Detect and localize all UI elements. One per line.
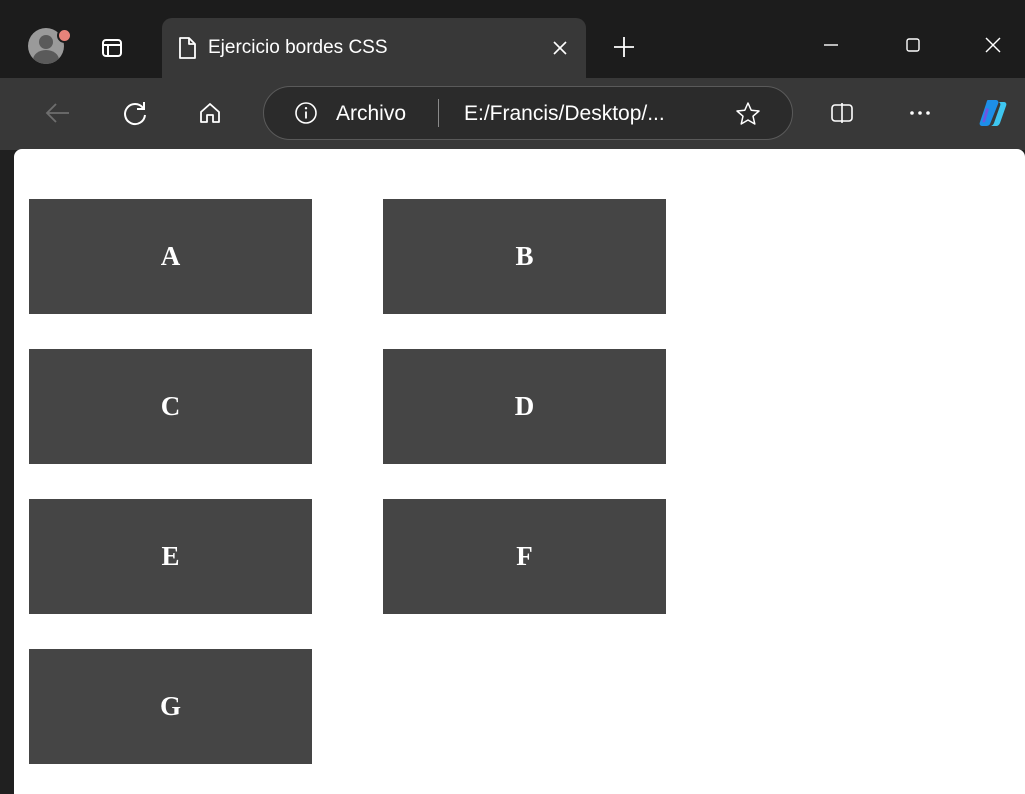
home-icon[interactable] [191, 94, 229, 132]
more-icon[interactable] [901, 94, 939, 132]
url-text[interactable]: E:/Francis/Desktop/... [464, 101, 665, 127]
box-label: G [159, 691, 181, 721]
page-icon [176, 35, 198, 61]
box-label: A [160, 241, 181, 271]
copilot-icon[interactable] [974, 94, 1012, 132]
minimize-icon[interactable] [814, 28, 848, 62]
page-viewport: A B C D E F G [14, 149, 1025, 794]
box-label: E [161, 541, 180, 571]
box-a: A [29, 199, 312, 314]
box-d: D [383, 349, 666, 464]
maximize-icon[interactable] [896, 28, 930, 62]
new-tab-plus-icon[interactable] [609, 32, 639, 62]
close-window-icon[interactable] [976, 28, 1010, 62]
close-tab-icon[interactable] [546, 34, 574, 62]
box-label: B [515, 241, 534, 271]
box-b: B [383, 199, 666, 314]
box-grid: A B C D E F G [29, 199, 666, 764]
box-label: C [160, 391, 181, 421]
tab-actions-icon[interactable] [98, 34, 126, 62]
box-f: F [383, 499, 666, 614]
box-g: G [29, 649, 312, 764]
box-label: F [516, 541, 533, 571]
profile-notification-badge [57, 28, 72, 43]
info-icon[interactable] [293, 100, 319, 126]
tab-title: Ejercicio bordes CSS [208, 37, 388, 58]
back-arrow-icon[interactable] [38, 94, 76, 132]
refresh-icon[interactable] [116, 94, 154, 132]
address-bar[interactable]: Archivo E:/Francis/Desktop/... [263, 86, 793, 140]
box-label: D [514, 391, 535, 421]
box-e: E [29, 499, 312, 614]
split-screen-icon[interactable] [823, 94, 861, 132]
site-info-label[interactable]: Archivo [336, 101, 406, 127]
box-c: C [29, 349, 312, 464]
active-tab[interactable]: Ejercicio bordes CSS [162, 18, 586, 78]
star-icon[interactable] [732, 98, 764, 130]
title-bar: Ejercicio bordes CSS [0, 0, 1025, 78]
browser-toolbar: Archivo E:/Francis/Desktop/... [0, 78, 1025, 150]
address-separator [438, 99, 439, 127]
